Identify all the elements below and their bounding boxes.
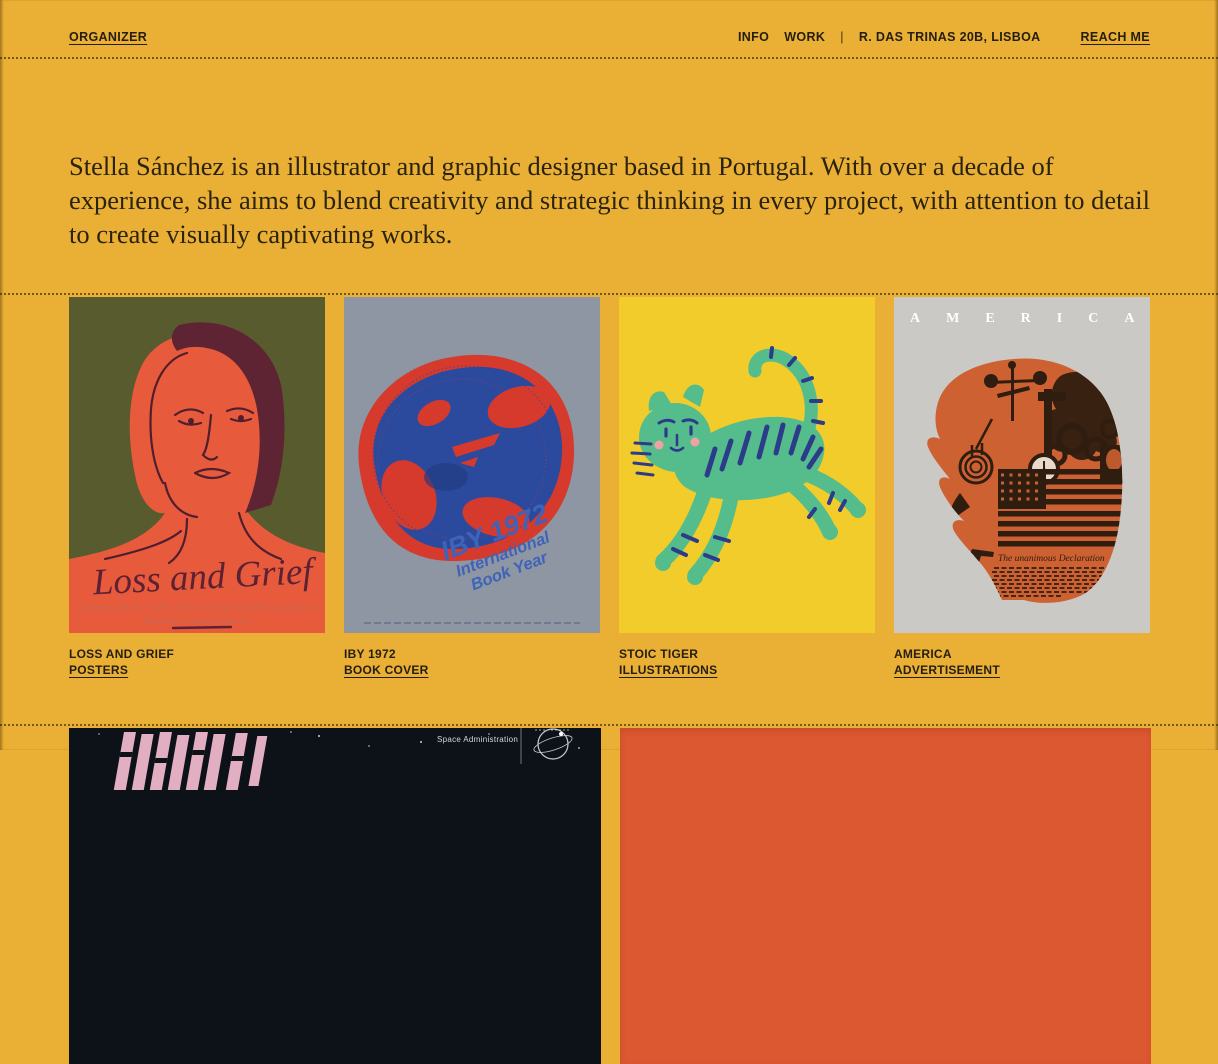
project-card-loss-and-grief: Loss and Grief conducted by CMS chief me… [69,297,325,678]
brand-link-organizer[interactable]: ORGANIZER [69,30,147,44]
space-poster-illustration: Space Administration [69,728,601,1064]
project-card-stoic-tiger: STOIC TIGER ILLUSTRATIONS [619,297,875,678]
poster-loss-and-grief[interactable]: Loss and Grief conducted by CMS chief me… [69,297,325,633]
reach-me-link[interactable]: REACH ME [1081,30,1150,44]
projects-row-2: Space Administration [0,724,1218,1064]
loss-and-grief-illustration: Loss and Grief conducted by CMS chief me… [69,297,325,633]
nav-divider: | [840,30,844,44]
tiger-illustration [619,297,875,633]
portfolio-page: { "page": { "background": "#EAAF35", "te… [0,0,1218,750]
project-category-link[interactable]: ILLUSTRATIONS [619,662,717,678]
poster-space-partial[interactable]: Space Administration [69,728,601,1064]
poster-headline: AMERICA [910,311,1150,326]
top-navigation-bar: ORGANIZER INFO WORK | R. DAS TRINAS 20B,… [0,0,1218,59]
space-administration-text: Space Administration [437,735,518,744]
projects-row-1: Loss and Grief conducted by CMS chief me… [0,293,1218,724]
card-meta: STOIC TIGER ILLUSTRATIONS [619,646,875,678]
poster-america[interactable]: AMERICA [894,297,1150,633]
card-meta: AMERICA ADVERTISEMENT [894,646,1150,678]
card-meta: LOSS AND GRIEF POSTERS [69,646,325,678]
card-meta: IBY 1972 BOOK COVER [344,646,600,678]
project-category-link[interactable]: ADVERTISEMENT [894,662,1000,678]
project-title: LOSS AND GRIEF [69,646,325,662]
poster-caption-1: conducted by CMS chief mental health cou… [79,603,315,614]
project-category-link[interactable]: BOOK COVER [344,662,429,678]
poster-caption-2: Rachelle Mandelbaum [143,616,250,627]
project-category-link[interactable]: POSTERS [69,662,128,678]
address-text: R. DAS TRINAS 20B, LISBOA [859,30,1041,44]
nav-item-info[interactable]: INFO [738,30,769,44]
nav-right: INFO WORK | R. DAS TRINAS 20B, LISBOA RE… [738,30,1150,44]
project-card-america: AMERICA [894,297,1150,678]
poster-iby-1972[interactable]: IBY 1972 International Book Year [344,297,600,633]
project-card-iby-1972: IBY 1972 International Book Year IBY 197… [344,297,600,678]
project-title: IBY 1972 [344,646,600,662]
project-title: STOIC TIGER [619,646,875,662]
intro-section: Stella Sánchez is an illustrator and gra… [0,59,1218,293]
declaration-heading: The unanimous Declaration [998,554,1105,564]
america-collage-illustration: AMERICA [894,297,1150,633]
intro-paragraph: Stella Sánchez is an illustrator and gra… [69,149,1157,251]
nav-item-work[interactable]: WORK [784,30,825,44]
iby-1972-illustration: IBY 1972 International Book Year [344,297,600,633]
poster-orange-partial[interactable] [620,728,1151,1064]
project-title: AMERICA [894,646,1150,662]
poster-stoic-tiger[interactable] [619,297,875,633]
